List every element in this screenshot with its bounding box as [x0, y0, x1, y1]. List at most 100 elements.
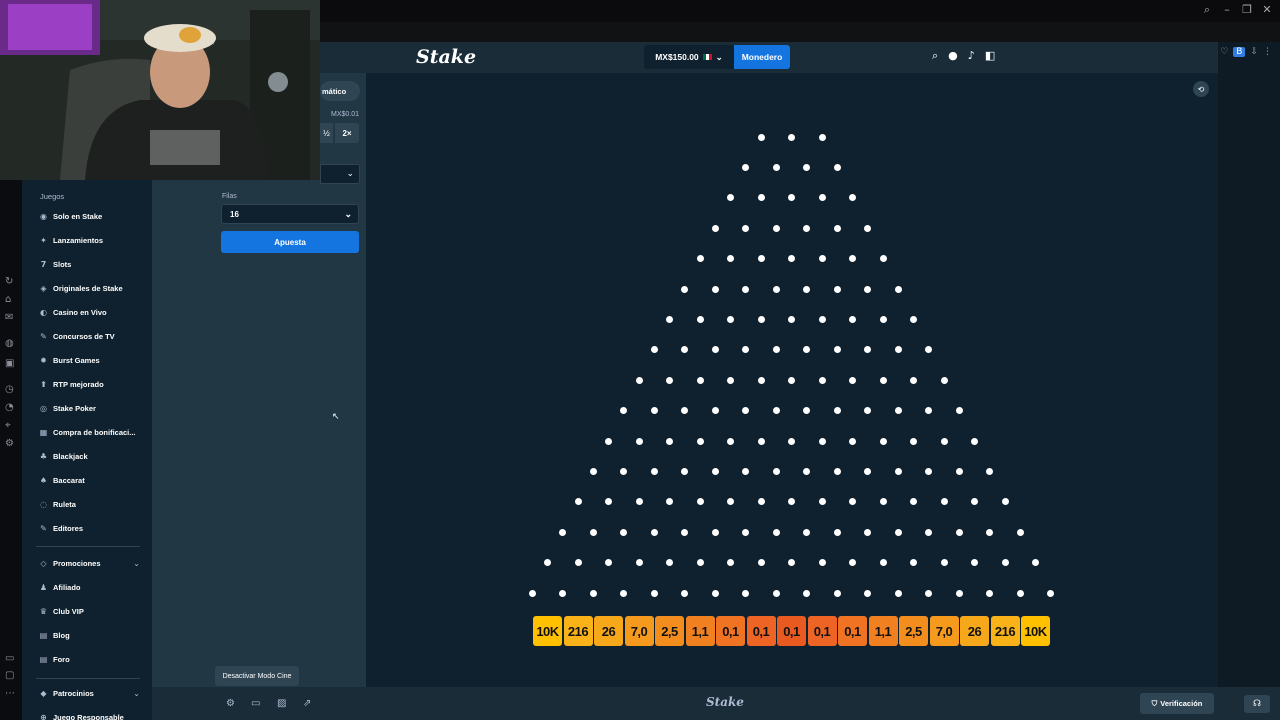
sidebar-item-slots[interactable]: 7 Slots — [39, 260, 151, 269]
roulette-icon: ◌ — [40, 500, 47, 509]
more-icon[interactable]: ⋯ — [5, 688, 15, 699]
chevron-down-icon: ⌄ — [346, 168, 354, 178]
multiplier-slot: 216 — [990, 616, 1020, 646]
clock-icon[interactable]: ◷ — [5, 384, 14, 395]
plinko-peg — [955, 467, 963, 475]
app-icon-2[interactable]: ▣ — [5, 358, 14, 369]
sidebar-item-casino-en-vivo[interactable]: ◐ Casino en Vivo — [39, 308, 151, 317]
plinko-peg — [711, 528, 719, 536]
refresh-icon[interactable]: ↻ — [5, 276, 13, 287]
window-icon[interactable]: ▢ — [5, 670, 14, 681]
sparkle-icon: ✦ — [40, 236, 47, 245]
sidebar-item-blog[interactable]: ▤ Blog — [39, 631, 151, 640]
chevron-down-icon[interactable]: ⌄ — [133, 559, 140, 568]
app-icon[interactable]: ◍ — [5, 338, 14, 349]
sidebar-item-concursos-de-tv[interactable]: ✎ Concursos de TV — [39, 332, 151, 341]
panel-icon[interactable]: ▭ — [5, 653, 14, 664]
sidebar-item-rtp-mejorado[interactable]: ⬆ RTP mejorado — [39, 380, 151, 389]
sidebar-toggle-icon[interactable]: ◧ — [985, 49, 995, 63]
sidebar-item-originales-de-stake[interactable]: ◈ Originales de Stake — [39, 284, 151, 293]
bag-icon[interactable]: ⌂ — [5, 294, 11, 305]
search-icon[interactable]: ⌕ — [932, 49, 938, 63]
plinko-peg — [788, 437, 795, 445]
plinko-peg — [772, 589, 780, 597]
stake-logo[interactable]: Stake — [416, 46, 476, 68]
rows-select[interactable]: 16 ⌄ — [221, 204, 359, 224]
plinko-peg — [742, 285, 750, 293]
mouse-cursor: ↖ — [332, 412, 340, 422]
sidebar-item-editores[interactable]: ✎ Editores — [39, 524, 151, 533]
double-bet-button[interactable]: 2× — [335, 123, 359, 143]
close-icon[interactable]: ✕ — [1260, 3, 1274, 17]
plinko-peg — [971, 437, 978, 445]
sidebar: Juegos ◉ Solo en Stake ✦ Lanzamientos 7 Slots… — [22, 180, 152, 720]
stats-icon[interactable]: ▨ — [277, 698, 286, 709]
risk-select[interactable]: ⌄ — [320, 164, 360, 184]
profile-badge[interactable]: B — [1233, 47, 1246, 57]
sidebar-item-label: Club VIP — [53, 607, 84, 616]
sidebar-item-solo-en-stake[interactable]: ◉ Solo en Stake — [39, 212, 151, 221]
sidebar-item-juego-responsable[interactable]: ⊕ Juego Responsable — [39, 713, 151, 720]
plinko-peg — [788, 133, 795, 141]
support-icon[interactable]: ☊ — [1244, 695, 1270, 713]
sidebar-item-burst-games[interactable]: ✹ Burst Games — [39, 356, 151, 365]
sidebar-item-lanzamientos[interactable]: ✦ Lanzamientos — [39, 236, 151, 245]
plinko-peg — [757, 376, 765, 384]
download-icon[interactable]: ⇩ — [1250, 47, 1258, 57]
cinema-mode-icon[interactable]: ▭ — [251, 698, 260, 709]
mexico-flag-icon — [702, 54, 712, 60]
time-icon[interactable]: ◔ — [5, 402, 14, 413]
sidebar-item-blackjack[interactable]: ♣ Blackjack — [39, 452, 151, 461]
blog-icon: ▤ — [39, 631, 48, 640]
plinko-peg — [818, 376, 826, 384]
sidebar-item-baccarat[interactable]: ♠ Baccarat — [39, 476, 151, 485]
stake-icon: ◉ — [40, 212, 47, 221]
wallet-button[interactable]: Monedero — [734, 45, 790, 69]
plinko-peg — [1016, 589, 1024, 597]
sidebar-item-afiliado[interactable]: ♟ Afiliado — [39, 583, 151, 592]
fairness-icon[interactable]: ⟲ — [1193, 81, 1209, 97]
plinko-peg — [772, 407, 780, 415]
plinko-peg — [772, 163, 780, 171]
bet-button[interactable]: Apuesta — [221, 231, 359, 253]
cinema-mode-tooltip: Desactivar Modo Cine — [215, 666, 299, 686]
sidebar-item-stake-poker[interactable]: ◎ Stake Poker — [39, 404, 151, 413]
settings-icon[interactable]: ⚙ — [226, 698, 235, 709]
sidebar-divider — [36, 546, 140, 547]
verification-button[interactable]: ⛉ Verificación — [1140, 693, 1214, 714]
sidebar-item-ruleta[interactable]: ◌ Ruleta — [39, 500, 151, 509]
restore-icon[interactable]: ❐ — [1240, 3, 1254, 17]
settings-icon[interactable]: ⚙ — [5, 438, 14, 449]
search-icon[interactable]: ⌕ — [1200, 3, 1214, 17]
plinko-peg — [955, 589, 963, 597]
pin-icon[interactable]: ⌖ — [5, 420, 11, 431]
mail-icon[interactable]: ✉ — [5, 312, 13, 323]
plinko-peg — [666, 437, 673, 445]
balance-selector[interactable]: MX$150.00 ⌄ — [644, 45, 734, 69]
sidebar-item-club-vip[interactable]: ♛ Club VIP — [39, 607, 151, 616]
minimize-icon[interactable]: – — [1220, 3, 1234, 17]
streamer-webcam — [0, 0, 320, 180]
plinko-peg — [955, 407, 963, 415]
plinko-peg — [879, 255, 887, 263]
plinko-peg — [681, 528, 689, 536]
editors-icon: ✎ — [40, 524, 47, 533]
sidebar-item-compra-de-bonificaci[interactable]: ▦ Compra de bonificaci... — [39, 428, 151, 437]
bell-icon[interactable]: ♪ — [968, 49, 975, 63]
plinko-peg — [940, 376, 948, 384]
user-icon[interactable]: ● — [948, 49, 958, 63]
chevron-down-icon[interactable]: ⌄ — [133, 689, 140, 698]
chevron-down-icon: ⌄ — [344, 209, 352, 219]
tab-auto[interactable]: mático — [320, 81, 360, 101]
popout-icon[interactable]: ⇗ — [303, 698, 311, 709]
plinko-peg — [803, 224, 811, 232]
plinko-peg — [757, 133, 765, 141]
plinko-peg — [727, 437, 734, 445]
sidebar-item-foro[interactable]: ▤ Foro — [39, 655, 151, 664]
multiplier-slot: 1,1 — [685, 616, 715, 646]
half-bet-button[interactable]: ½ — [320, 123, 333, 143]
plinko-peg — [864, 528, 872, 536]
menu-icon[interactable]: ⋮ — [1263, 47, 1272, 57]
plinko-peg — [635, 498, 643, 506]
heart-icon[interactable]: ♡ — [1220, 47, 1228, 57]
